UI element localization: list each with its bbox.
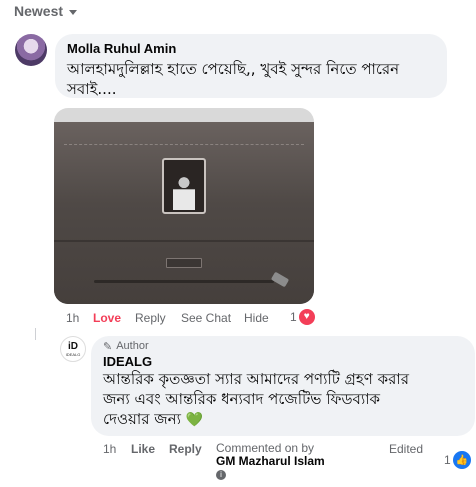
caret-down-icon [69,9,78,15]
info-icon[interactable]: i [216,470,226,480]
comment-text-line: সবাই.... [67,80,117,98]
see-chat-button[interactable]: See Chat [181,311,231,325]
page-avatar[interactable]: iD IDEALG [60,336,86,362]
reply-bubble: ✎ Author IDEALG আন্তরিক কৃতজ্ঞতা স্যার আ… [91,336,475,436]
edited-label[interactable]: Edited [389,442,423,456]
like-reaction-icon: 👍 [452,451,471,469]
stitch-line [64,144,304,145]
avatar-logo-sub: IDEALG [65,351,81,357]
comment-author-name[interactable]: Molla Ruhul Amin [67,41,435,56]
reply-text-line: জন্য এবং আন্তরিক ধন্যবাদ পজেটিভ ফিডব্যাক [103,390,381,408]
portrait-photo [173,172,195,210]
zipper [94,280,274,283]
author-badge-label: Author [116,340,149,352]
reply-button[interactable]: Reply [169,442,202,456]
sort-dropdown[interactable]: Newest [14,3,78,19]
green-heart-icon: 💚 [185,412,204,428]
pencil-icon: ✎ [103,340,113,353]
reply-text-line-content: দেওয়ার জন্য [103,410,181,428]
reply-button[interactable]: Reply [135,311,166,325]
reaction-count: 1 [290,310,297,324]
love-reaction-icon: ♥ [298,309,315,325]
reply-text-line: দেওয়ার জন্য 💚 [103,409,463,430]
avatar-logo: iD [68,340,78,352]
author-badge: ✎ Author [103,339,463,353]
reaction-summary[interactable]: 1 ♥ [290,309,315,325]
hide-button[interactable]: Hide [244,311,269,325]
sort-label: Newest [14,3,64,19]
comment-time[interactable]: 1h [66,311,79,325]
reply-reaction-count: 1 [444,453,451,467]
thread-line [35,328,36,340]
like-button[interactable]: Like [131,442,155,456]
commenter-name[interactable]: GM Mazharul Islam [216,455,325,468]
comment-text-line: আলহামদুলিল্লাহ হাতে পেয়েছি,, খুবই সুন্দ… [67,60,400,78]
id-card-window [162,158,206,214]
commented-on-by: Commented on by GM Mazharul Islam [216,442,325,468]
reply-text: আন্তরিক কৃতজ্ঞতা স্যার আমাদের পণ্যটি গ্র… [103,369,463,430]
comment-bubble: Molla Ruhul Amin আলহামদুলিল্লাহ হাতে পেয… [55,34,447,98]
brand-plate [166,258,202,268]
love-reaction-button[interactable]: Love [93,311,121,325]
comment-photo[interactable] [54,108,314,304]
zipper-pull [270,271,290,288]
reply-reaction-summary[interactable]: 1 👍 [444,451,471,469]
reply-author-name[interactable]: IDEALG [103,354,463,369]
flap-edge [54,240,314,242]
comment-text: আলহামদুলিল্লাহ হাতে পেয়েছি,, খুবই সুন্দ… [67,59,435,99]
reply-text-line: আন্তরিক কৃতজ্ঞতা স্যার আমাদের পণ্যটি গ্র… [103,370,409,388]
reply-time[interactable]: 1h [103,442,116,456]
avatar[interactable] [15,34,47,66]
